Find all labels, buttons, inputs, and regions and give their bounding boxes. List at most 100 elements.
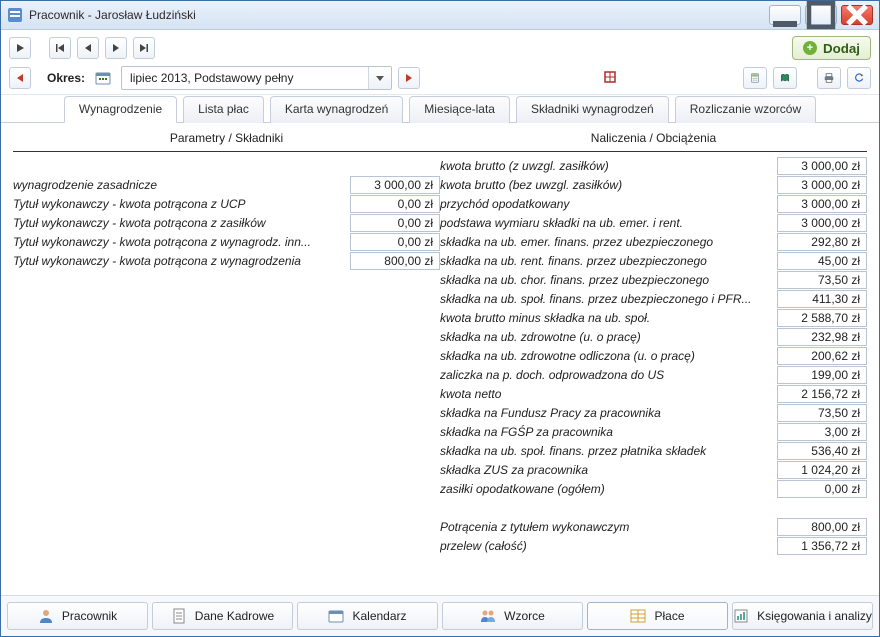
calendar-icon (328, 608, 344, 624)
right-value[interactable]: 73,50 zł (777, 404, 867, 422)
right-row: składka na ub. emer. finans. przez ubezp… (440, 232, 867, 251)
right-row: kwota brutto (z uwzgl. zasiłków) 3 000,00… (440, 156, 867, 175)
left-value[interactable]: 800,00 zł (350, 252, 440, 270)
right-row: podstawa wymiaru składki na ub. emer. i … (440, 213, 867, 232)
right-label: składka na ub. chor. finans. przez ubezp… (440, 273, 773, 287)
right-row: składka na ub. zdrowotne (u. o pracę)232… (440, 327, 867, 346)
right-value[interactable]: 2 588,70 zł (777, 309, 867, 327)
print-button[interactable] (817, 67, 841, 89)
left-row: Tytuł wykonawczy - kwota potrącona z zas… (13, 213, 440, 232)
right-divider (440, 151, 867, 152)
nav-first-button[interactable] (49, 37, 71, 59)
right-summary-row: Potrącenia z tytułem wykonawczym800,00 z… (440, 517, 867, 536)
right-value[interactable]: 3 000,00 zł (777, 195, 867, 213)
right-row: składka na ub. zdrowotne odliczona (u. o… (440, 346, 867, 365)
left-value[interactable]: 0,00 zł (350, 195, 440, 213)
close-button[interactable] (841, 5, 873, 25)
right-row: przychód opodatkowany 3 000,00 zł (440, 194, 867, 213)
right-value[interactable]: 411,30 zł (777, 290, 867, 308)
right-value[interactable]: 800,00 zł (777, 518, 867, 536)
right-value[interactable]: 3 000,00 zł (777, 214, 867, 232)
left-label: Tytuł wykonawczy - kwota potrącona z wyn… (13, 235, 346, 249)
minimize-button[interactable] (769, 5, 801, 25)
right-label: składka na ub. rent. finans. przez ubezp… (440, 254, 773, 268)
nav-pracownik[interactable]: Pracownik (7, 602, 148, 630)
titlebar: Pracownik - Jarosław Łudziński (1, 1, 879, 30)
period-dropdown-button[interactable] (368, 67, 391, 89)
right-value[interactable]: 3 000,00 zł (777, 157, 867, 175)
nav-next-button[interactable] (105, 37, 127, 59)
right-row: składka na ub. rent. finans. przez ubezp… (440, 251, 867, 270)
nav-last-button[interactable] (133, 37, 155, 59)
right-row: składka ZUS za pracownika 1 024,20 zł (440, 460, 867, 479)
right-row: składka na Fundusz Pracy za pracownika73… (440, 403, 867, 422)
right-value[interactable]: 73,50 zł (777, 271, 867, 289)
right-value[interactable]: 200,62 zł (777, 347, 867, 365)
period-value: lipiec 2013, Podstawowy pełny (122, 67, 368, 89)
nav-kalendarz[interactable]: Kalendarz (297, 602, 438, 630)
add-button[interactable]: + Dodaj (792, 36, 871, 60)
left-value[interactable]: 0,00 zł (350, 233, 440, 251)
nav-label: Pracownik (62, 609, 117, 623)
nav-wzorce[interactable]: Wzorce (442, 602, 583, 630)
right-label: kwota netto (440, 387, 773, 401)
tab-rozliczanie-wzorcow[interactable]: Rozliczanie wzorców (675, 96, 816, 123)
right-value[interactable]: 2 156,72 zł (777, 385, 867, 403)
nav-label: Płace (654, 609, 684, 623)
calculator-button[interactable] (743, 67, 767, 89)
tab-miesiace-lata[interactable]: Miesiące-lata (409, 96, 510, 123)
right-row: kwota brutto (bez uwzgl. zasiłków) 3 000,… (440, 175, 867, 194)
right-value[interactable]: 3,00 zł (777, 423, 867, 441)
right-row: zasiłki opodatkowane (ogółem)0,00 zł (440, 479, 867, 498)
left-value[interactable]: 0,00 zł (350, 214, 440, 232)
left-label: Tytuł wykonawczy - kwota potrącona z UCP (13, 197, 346, 211)
nav-prev-button[interactable] (77, 37, 99, 59)
right-value[interactable]: 536,40 zł (777, 442, 867, 460)
period-select[interactable]: lipiec 2013, Podstawowy pełny (121, 66, 392, 90)
right-label: przychód opodatkowany (440, 197, 773, 211)
right-label: kwota brutto (bez uwzgl. zasiłków) (440, 178, 773, 192)
table-icon (630, 608, 646, 624)
nav-label: Kalendarz (352, 609, 406, 623)
tab-lista-plac[interactable]: Lista płac (183, 96, 264, 123)
period-prev-button[interactable] (9, 67, 31, 89)
right-label: składka na ub. społ. finans. przez płatn… (440, 444, 773, 458)
right-value[interactable]: 45,00 zł (777, 252, 867, 270)
nav-play-button[interactable] (9, 37, 31, 59)
right-row: kwota netto 2 156,72 zł (440, 384, 867, 403)
tab-skladniki-wynagrodzen[interactable]: Składniki wynagrodzeń (516, 96, 669, 123)
right-row: składka na ub. chor. finans. przez ubezp… (440, 270, 867, 289)
period-next-button[interactable] (398, 67, 420, 89)
right-label: składka ZUS za pracownika (440, 463, 773, 477)
left-label: wynagrodzenie zasadnicze (13, 178, 346, 192)
left-value[interactable]: 3 000,00 zł (350, 176, 440, 194)
left-divider (13, 151, 440, 152)
right-summary-row: przelew (całość) 1 356,72 zł (440, 536, 867, 555)
nav-place[interactable]: Płace (587, 602, 728, 630)
nav-ksiegowania[interactable]: Księgowania i analizy (732, 602, 873, 630)
left-row: wynagrodzenie zasadnicze 3 000,00 zł (13, 175, 440, 194)
book-button[interactable] (773, 67, 797, 89)
right-value[interactable]: 0,00 zł (777, 480, 867, 498)
nav-dane-kadrowe[interactable]: Dane Kadrowe (152, 602, 293, 630)
right-row: zaliczka na p. doch. odprowadzona do US1… (440, 365, 867, 384)
right-row: kwota brutto minus składka na ub. społ.2… (440, 308, 867, 327)
right-value[interactable]: 199,00 zł (777, 366, 867, 384)
right-value[interactable]: 292,80 zł (777, 233, 867, 251)
right-label: przelew (całość) (440, 539, 773, 553)
right-value[interactable]: 1 356,72 zł (777, 537, 867, 555)
right-value[interactable]: 232,98 zł (777, 328, 867, 346)
right-value[interactable]: 1 024,20 zł (777, 461, 867, 479)
refresh-button[interactable] (847, 67, 871, 89)
tab-karta-wynagrodzen[interactable]: Karta wynagrodzeń (270, 96, 403, 123)
maximize-button[interactable] (805, 5, 837, 25)
add-button-label: Dodaj (823, 41, 860, 56)
window-title: Pracownik - Jarosław Łudziński (29, 8, 769, 22)
toolbar: + Dodaj Okres: lipiec 2013, Podstawowy p… (1, 30, 879, 95)
tab-wynagrodzenie[interactable]: Wynagrodzenie (64, 96, 177, 123)
plus-icon: + (803, 41, 817, 55)
right-value[interactable]: 3 000,00 zł (777, 176, 867, 194)
right-label: kwota brutto (z uwzgl. zasiłków) (440, 159, 773, 173)
window-controls (769, 5, 873, 25)
nav-label: Dane Kadrowe (195, 609, 274, 623)
